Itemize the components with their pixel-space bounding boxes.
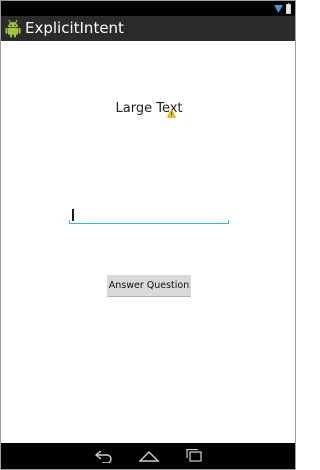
warning-icon (167, 109, 176, 118)
app-screen: ExplicitIntent Large Text Answer Questio… (0, 0, 296, 470)
home-icon[interactable] (138, 449, 160, 463)
navigation-bar (1, 443, 295, 469)
answer-question-button[interactable]: Answer Question (107, 275, 191, 297)
field-underline-left-tick (69, 220, 70, 224)
action-bar: ExplicitIntent (1, 16, 295, 41)
android-icon (5, 19, 21, 38)
status-bar (1, 1, 295, 16)
field-underline (69, 223, 229, 224)
answer-field[interactable] (69, 206, 237, 224)
large-text-label: Large Text (115, 101, 183, 116)
recents-icon[interactable] (183, 449, 205, 463)
status-icons (274, 2, 291, 14)
wifi-icon (274, 4, 283, 13)
answer-input[interactable] (69, 206, 237, 224)
app-title: ExplicitIntent (25, 19, 124, 37)
back-icon[interactable] (93, 449, 115, 463)
text-cursor (72, 209, 74, 221)
battery-icon (286, 2, 291, 14)
field-underline-right-tick (228, 220, 229, 224)
